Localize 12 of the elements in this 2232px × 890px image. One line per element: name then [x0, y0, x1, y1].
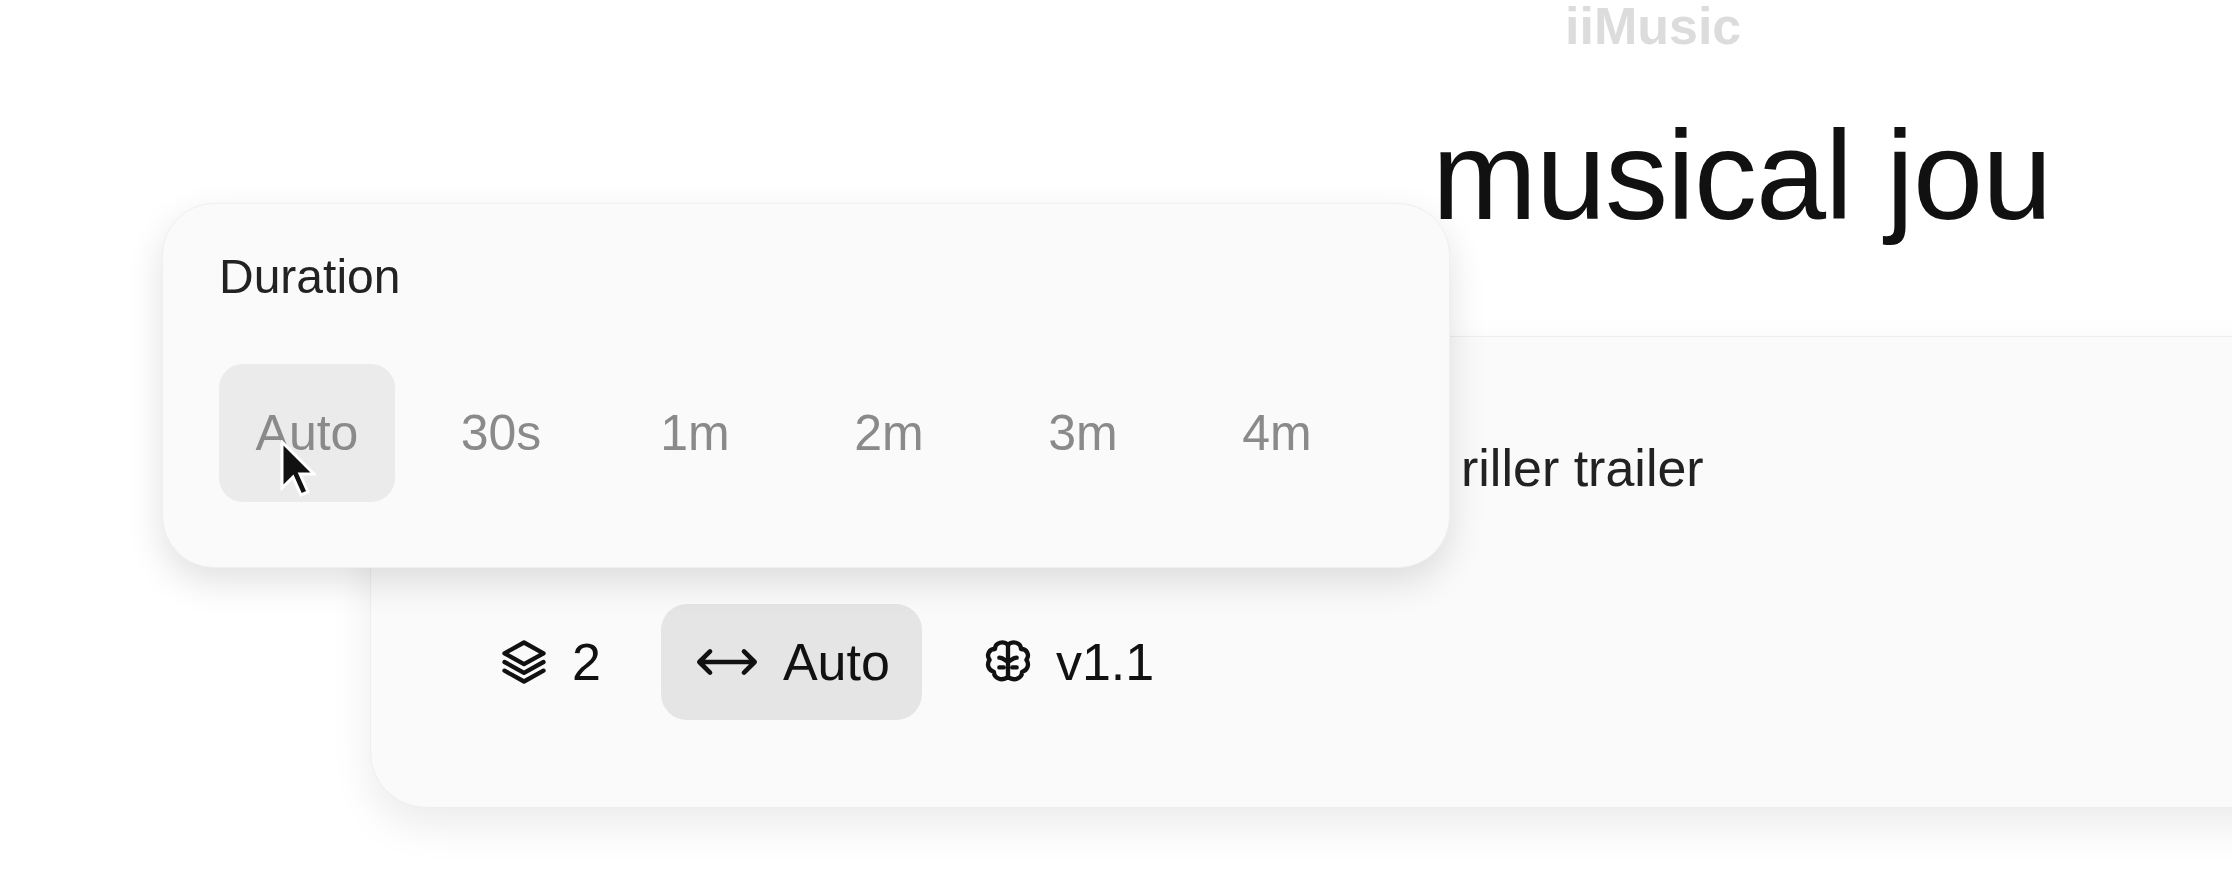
toolbar-button[interactable]: v1.1 — [949, 604, 1187, 720]
duration-option[interactable]: 1m — [607, 364, 783, 502]
popover-title: Duration — [219, 249, 401, 304]
duration-option[interactable]: 4m — [1189, 364, 1365, 502]
duration-option[interactable]: 30s — [413, 364, 589, 502]
prompt-text: riller trailer — [1460, 437, 1704, 499]
duration-option[interactable]: 2m — [801, 364, 977, 502]
toolbar-button[interactable]: 2 — [466, 604, 633, 720]
toolbar-button[interactable]: Auto — [660, 604, 922, 720]
duration-option[interactable]: Auto — [219, 364, 395, 502]
headline: musical jou — [1432, 107, 2052, 246]
duration-option[interactable]: 3m — [995, 364, 1171, 502]
